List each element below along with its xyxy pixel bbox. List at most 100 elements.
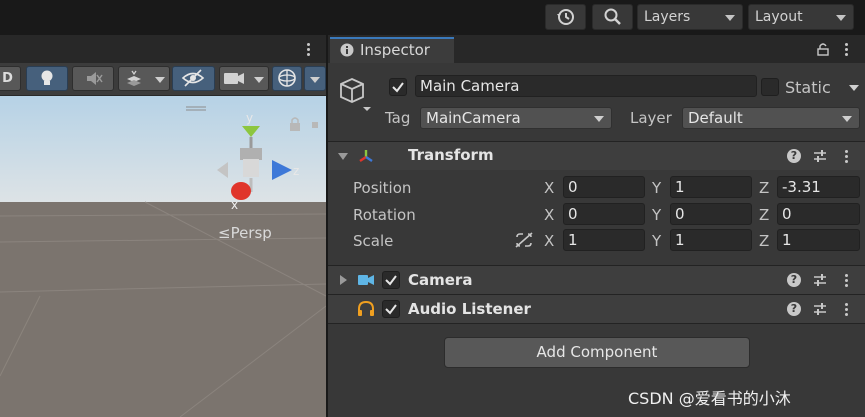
add-component-button[interactable]: Add Component xyxy=(444,337,750,368)
checkmark-icon xyxy=(385,275,397,286)
rotation-x-field[interactable]: 0 xyxy=(563,203,645,225)
search-button[interactable] xyxy=(592,4,633,30)
component-menu-icon[interactable] xyxy=(845,303,849,318)
camera-enabled-checkbox[interactable] xyxy=(382,271,400,289)
camera-component-title: Camera xyxy=(408,271,473,289)
help-icon[interactable]: ? xyxy=(787,302,801,316)
rotation-z-axis-label: Z xyxy=(759,206,770,224)
position-x-value: 0 xyxy=(568,178,578,196)
layout-dropdown[interactable]: Layout xyxy=(748,4,854,30)
history-button[interactable] xyxy=(545,4,586,30)
gizmos-dropdown-button[interactable] xyxy=(304,66,326,91)
position-x-field[interactable]: 0 xyxy=(563,176,645,198)
foldout-open-icon[interactable] xyxy=(338,153,348,160)
layers-dropdown[interactable]: Layers xyxy=(637,4,743,30)
camera-icon xyxy=(224,73,244,84)
chevron-down-icon xyxy=(594,116,604,122)
help-icon[interactable]: ? xyxy=(787,273,801,287)
projection-toggle-label[interactable]: ≤Persp xyxy=(218,224,272,242)
object-name-value: Main Camera xyxy=(420,77,520,95)
help-icon[interactable]: ? xyxy=(787,149,801,163)
scene-view-panel: D y z x ≤Persp xyxy=(0,35,326,417)
preset-sliders-icon[interactable] xyxy=(812,272,828,288)
preset-sliders-icon[interactable] xyxy=(812,148,828,164)
add-component-label: Add Component xyxy=(536,343,658,361)
chevron-down-icon xyxy=(310,77,320,83)
scale-y-field[interactable]: 1 xyxy=(670,229,752,251)
preset-sliders-icon[interactable] xyxy=(812,301,828,317)
scene-canvas: y z x ≤Persp xyxy=(0,96,326,417)
camera-icon xyxy=(358,275,374,285)
lock-icon[interactable] xyxy=(816,42,830,56)
lighting-toggle-button[interactable] xyxy=(26,66,68,91)
gameobject-icon[interactable] xyxy=(336,75,374,113)
position-z-value: -3.31 xyxy=(782,178,821,196)
inspector-tab-bar: Inspector xyxy=(328,35,865,63)
sky xyxy=(0,96,326,202)
position-y-field[interactable]: 1 xyxy=(670,176,752,198)
tag-dropdown[interactable]: MainCamera xyxy=(420,107,612,129)
inspector-tab-label: Inspector xyxy=(360,41,430,59)
history-icon xyxy=(557,9,574,25)
scene-menu-icon[interactable] xyxy=(312,122,318,128)
rotation-z-field[interactable]: 0 xyxy=(777,203,860,225)
static-label: Static xyxy=(785,78,831,97)
scale-x-field[interactable]: 1 xyxy=(563,229,645,251)
audio-toggle-button[interactable] xyxy=(72,66,114,91)
gizmo-center-cube[interactable] xyxy=(243,159,259,177)
scale-z-value: 1 xyxy=(782,231,792,249)
search-icon xyxy=(604,8,621,25)
audio-listener-enabled-checkbox[interactable] xyxy=(382,300,400,318)
gizmos-button[interactable] xyxy=(272,66,302,91)
foldout-closed-icon[interactable] xyxy=(340,275,347,285)
2d-toggle-label: D xyxy=(2,71,13,86)
scene-visibility-button[interactable] xyxy=(172,66,215,91)
scale-y-value: 1 xyxy=(675,231,685,249)
scale-label: Scale xyxy=(353,232,394,250)
active-checkbox[interactable] xyxy=(389,78,407,96)
rotation-z-value: 0 xyxy=(782,205,792,223)
position-z-field[interactable]: -3.31 xyxy=(777,176,860,198)
scene-tab-bar xyxy=(0,35,326,62)
tab-inspector[interactable]: Inspector xyxy=(330,37,454,63)
layers-dropdown-label: Layers xyxy=(644,9,691,25)
audio-listener-component-header[interactable]: Audio Listener ? xyxy=(328,295,865,323)
static-checkbox[interactable] xyxy=(761,78,779,96)
constrain-proportions-icon[interactable] xyxy=(514,232,534,248)
scale-z-axis-label: Z xyxy=(759,232,770,250)
transform-title: Transform xyxy=(408,146,494,164)
lightbulb-icon xyxy=(41,70,53,85)
ground-plane xyxy=(0,202,326,417)
camera-component-header[interactable]: Camera ? xyxy=(328,266,865,294)
rotation-y-field[interactable]: 0 xyxy=(670,203,752,225)
component-menu-icon[interactable] xyxy=(845,150,849,165)
inspector-panel: Inspector Main Camera Static Tag MainCam… xyxy=(328,35,865,417)
chevron-down-icon xyxy=(155,77,165,83)
layer-value: Default xyxy=(688,109,743,127)
gizmo-sphere-icon xyxy=(278,69,296,87)
chevron-down-icon xyxy=(842,116,852,122)
position-x-axis-label: X xyxy=(544,179,555,197)
audio-mute-icon xyxy=(87,72,103,85)
layer-dropdown[interactable]: Default xyxy=(682,107,860,129)
effects-dropdown-button[interactable] xyxy=(118,66,170,91)
camera-dropdown-button[interactable] xyxy=(219,66,269,91)
layout-dropdown-label: Layout xyxy=(755,9,803,25)
object-name-field[interactable]: Main Camera xyxy=(415,75,757,97)
scale-z-field[interactable]: 1 xyxy=(777,229,860,251)
rotation-label: Rotation xyxy=(353,206,416,224)
rotation-x-value: 0 xyxy=(568,205,578,223)
static-dropdown-arrow-icon[interactable] xyxy=(848,82,860,94)
position-y-value: 1 xyxy=(675,178,685,196)
chevron-down-icon xyxy=(836,15,846,21)
scene-menu-icon[interactable] xyxy=(307,43,311,58)
scene-viewport[interactable]: y z x ≤Persp xyxy=(0,96,326,417)
transform-header[interactable]: Transform ? xyxy=(328,142,865,170)
watermark: CSDN @爱看书的小沐 xyxy=(628,389,791,408)
component-menu-icon[interactable] xyxy=(845,274,849,289)
visibility-off-icon xyxy=(181,69,205,87)
tag-value: MainCamera xyxy=(426,109,521,127)
inspector-menu-icon[interactable] xyxy=(845,43,849,58)
chevron-down-icon xyxy=(254,77,264,83)
2d-toggle-button[interactable]: D xyxy=(0,66,21,91)
